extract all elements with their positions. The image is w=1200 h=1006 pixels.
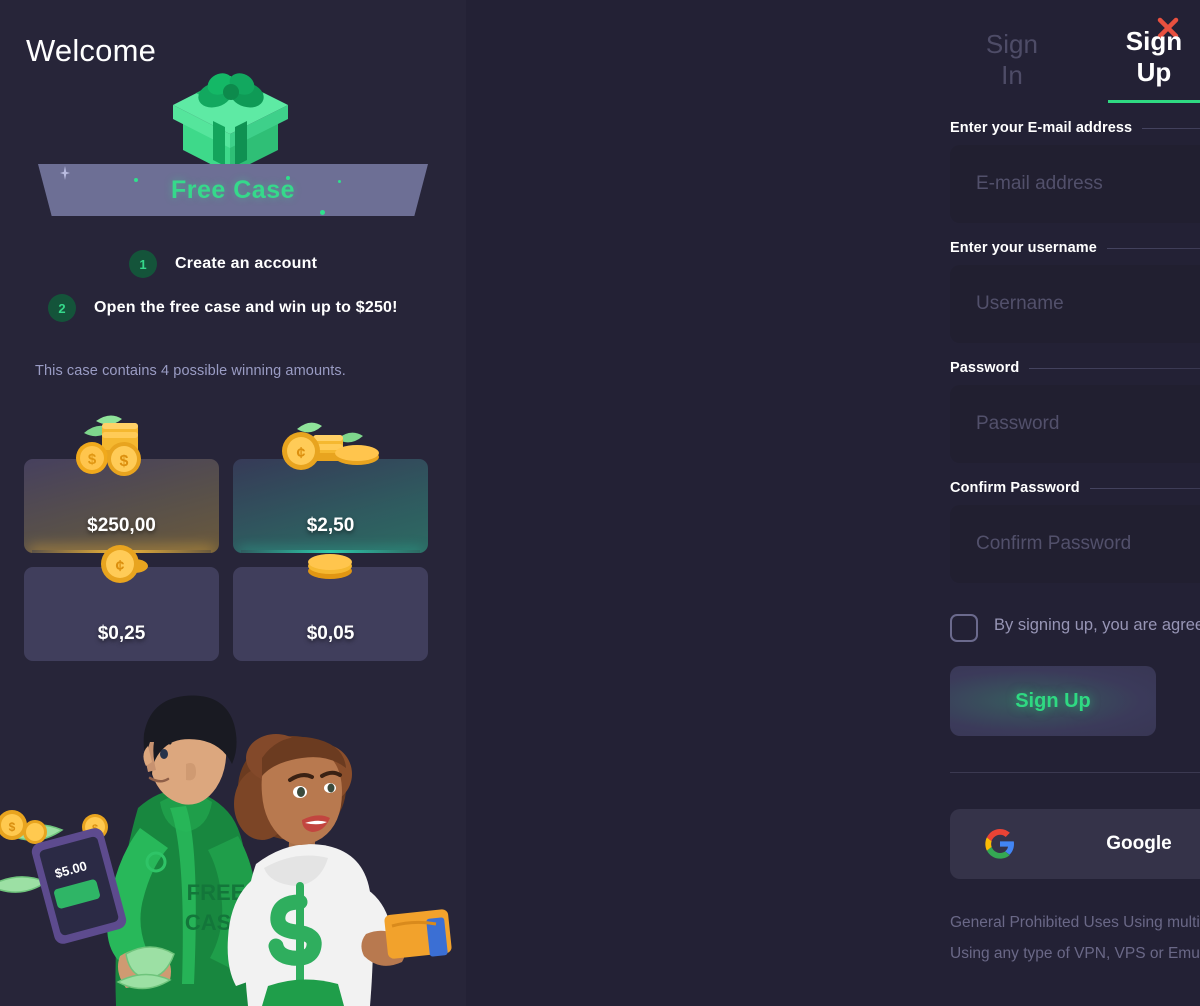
google-icon: [985, 829, 1014, 859]
coin-stack-large-icon: $ $: [76, 415, 141, 476]
step-item: 1 Create an account: [0, 250, 466, 278]
auth-tabs: Sign In Sign Up: [974, 26, 1200, 103]
terms-row: By signing up, you are agreeing to our P…: [950, 611, 1200, 642]
svg-text:$: $: [9, 820, 16, 834]
email-label: Enter your E-mail address: [950, 120, 1133, 136]
characters-illustration: $ $ $ $5.0: [0, 695, 452, 1006]
label-rule: [1089, 487, 1200, 489]
female-character: [227, 734, 452, 1006]
sign-up-submit-button[interactable]: Sign Up: [950, 666, 1156, 736]
free-case-banner: Free Case: [38, 164, 428, 216]
google-login-button[interactable]: Google: [950, 809, 1200, 879]
step-item: 2 Open the free case and win up to $250!: [0, 294, 466, 322]
disclaimer-text: General Prohibited Uses Using multiple a…: [950, 914, 1200, 962]
banner-label: Free Case: [170, 175, 296, 204]
username-label: Enter your username: [950, 240, 1097, 256]
step-number: 2: [48, 294, 76, 322]
confirm-password-label: Confirm Password: [950, 480, 1080, 496]
social-login-row: Google: [950, 809, 1200, 879]
steps-list: 1 Create an account 2 Open the free case…: [0, 250, 466, 338]
tab-sign-in[interactable]: Sign In: [974, 29, 1050, 103]
auth-panel: Sign In Sign Up Enter your E-mail addres…: [466, 0, 1200, 1006]
divider-line-left: [950, 772, 1200, 773]
terms-text: By signing up, you are agreeing to our P…: [994, 611, 1200, 639]
label-rule: [1106, 247, 1200, 249]
signup-modal: Welcome Free Case 1 Create an account 2 …: [0, 0, 1200, 1006]
step-label: Open the free case and win up to $250!: [94, 299, 398, 316]
male-character: $5.00 FREE CASH: [31, 695, 257, 1006]
label-rule: [1029, 367, 1200, 369]
or-divider: or: [950, 764, 1200, 781]
prize-amount: $0,25: [97, 623, 146, 644]
case-note: This case contains 4 possible winning am…: [35, 363, 346, 379]
password-label: Password: [950, 360, 1020, 376]
terms-prefix: By signing up, you are agreeing to our: [994, 616, 1200, 634]
username-field[interactable]: [950, 265, 1200, 343]
prize-grid: $ $ $250,00 ¢ $2,50 ¢ $0,25 $0,05: [24, 415, 428, 661]
prize-card[interactable]: ¢ $0,25: [24, 545, 219, 661]
prize-amount: $2,50: [306, 515, 355, 536]
step-number: 1: [129, 250, 157, 278]
email-label-row: Enter your E-mail address: [950, 120, 1200, 136]
password-field[interactable]: [950, 385, 1200, 463]
label-rule: [1142, 127, 1200, 129]
promo-panel: Welcome Free Case 1 Create an account 2 …: [0, 0, 466, 1006]
page-title: Welcome: [26, 33, 157, 68]
prize-card[interactable]: $0,05: [233, 554, 428, 661]
step-label: Create an account: [175, 255, 318, 272]
svg-text:¢: ¢: [297, 445, 306, 462]
terms-checkbox[interactable]: [950, 614, 978, 642]
confirm-password-label-row: Confirm Password: [950, 480, 1200, 496]
username-label-row: Enter your username: [950, 240, 1200, 256]
prize-amount: $250,00: [87, 515, 156, 536]
coin-stack-medium-icon: ¢: [282, 422, 379, 470]
signup-form: Enter your E-mail address Enter your use…: [950, 120, 1200, 969]
gift-box-icon: [173, 73, 288, 174]
email-field[interactable]: [950, 145, 1200, 223]
svg-text:$: $: [88, 451, 97, 468]
password-label-row: Password: [950, 360, 1200, 376]
svg-text:$: $: [120, 453, 129, 470]
prize-amount: $0,05: [306, 623, 355, 644]
tab-sign-up[interactable]: Sign Up: [1107, 26, 1200, 103]
svg-text:¢: ¢: [116, 558, 125, 575]
confirm-password-field[interactable]: [950, 505, 1200, 583]
